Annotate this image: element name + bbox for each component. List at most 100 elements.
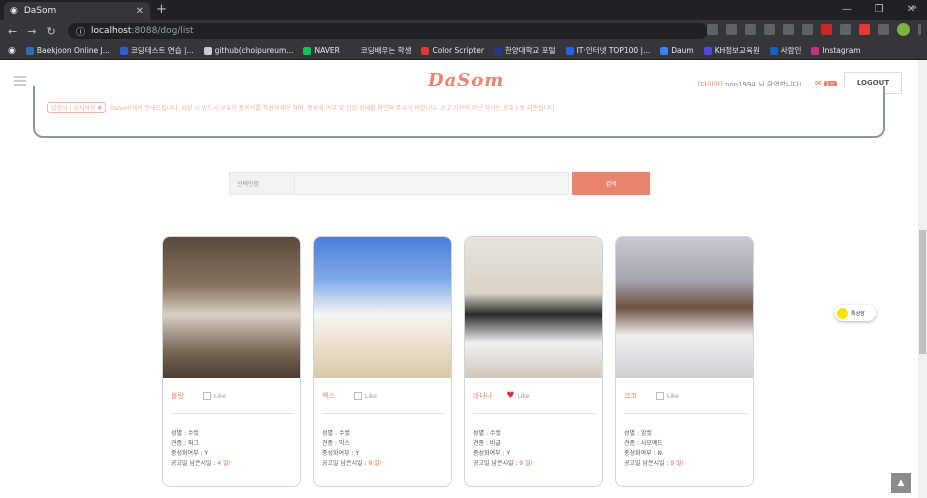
like-checkbox[interactable] [203, 392, 211, 400]
browser-tab[interactable]: ◉ DaSom ✕ [4, 2, 150, 20]
back-icon[interactable]: ← [8, 25, 17, 38]
dog-photo[interactable] [616, 237, 753, 378]
bookmark-item[interactable]: 한양대학교 포털 [493, 45, 556, 56]
search-button[interactable]: 검색 [572, 172, 650, 195]
browser-titlebar: ◉ DaSom ✕ + — ❐ ✕ [0, 0, 927, 20]
days-label: 공고일 남은시일 : [473, 460, 520, 467]
search-type-select[interactable]: 선택안함 [229, 172, 295, 195]
bookmark-favicon-icon [203, 46, 212, 55]
key-icon[interactable] [707, 24, 718, 35]
kakao-label: 톡상담 [851, 310, 865, 317]
dog-name[interactable]: 바나나 [473, 391, 492, 401]
bookmark-label: Color Scripter [432, 46, 484, 55]
restore-icon[interactable]: ❐ [863, 0, 895, 20]
dog-photo[interactable] [314, 237, 451, 378]
days-label: 공고일 남은시일 : [624, 460, 671, 467]
profile-avatar[interactable] [897, 23, 910, 36]
dog-name[interactable]: 불랑 [171, 391, 189, 401]
extension-icon[interactable] [802, 24, 813, 35]
bookmark-item[interactable]: NAVER [303, 46, 340, 55]
notice-line: 알림이 | 공지사항 ▼ DaSom에서 안내드립니다. 입양 시 반드시 보호자… [47, 102, 557, 113]
dog-breed: 견종 : 퍼그 [171, 440, 199, 447]
tab-title: DaSom [23, 6, 57, 16]
dog-days-left: 공고일 남은시일 : 9 일! [473, 459, 533, 469]
bookmark-item[interactable]: Baekjoon Online J... [25, 46, 110, 55]
extension-icon[interactable] [783, 24, 794, 35]
like-toggle[interactable]: Like [203, 392, 226, 400]
bookmark-item[interactable]: Color Scripter [421, 46, 484, 55]
bookmarks-bar: ◉ Baekjoon Online J... 코딩테스트 연습 |... githu… [0, 42, 927, 60]
dog-gender: 성별 : 수컷 [171, 430, 199, 437]
bookmark-item[interactable]: IT·인터넷 TOP100 |... [565, 45, 651, 56]
dog-name[interactable]: 백스 [322, 391, 340, 401]
apps-icon[interactable]: ◉ [8, 46, 16, 56]
like-checkbox[interactable] [656, 392, 664, 400]
card-divider [171, 413, 294, 414]
bookmark-label: 한양대학교 포털 [504, 46, 556, 55]
bookmark-label: 사람인 [780, 46, 802, 55]
scroll-to-top-button[interactable]: ▲ [891, 473, 911, 493]
browser-toolbar: ← → ↻ ⓘ localhost:8088/dog/list [0, 20, 927, 42]
dog-name[interactable]: 코코 [624, 391, 642, 401]
dog-card[interactable]: 백스 Like 성별 : 수컷 견종 : 믹스 중성화여부 : Y 공고일 남은시일 : … [313, 236, 452, 487]
notice-box: 알림이 | 공지사항 ▼ DaSom에서 안내드립니다. 입양 시 반드시 보호자… [33, 86, 885, 138]
dog-breed: 견종 : 믹스 [322, 440, 350, 447]
bookmark-item[interactable]: Daum [660, 46, 694, 55]
like-toggle[interactable]: ♥ Like [506, 392, 529, 401]
dog-photo[interactable] [163, 237, 300, 378]
puzzle-icon[interactable] [878, 24, 889, 35]
dog-card[interactable]: 불랑 Like 성별 : 수컷 견종 : 퍼그 중성화여부 : Y 공고일 남은시일 : … [162, 236, 301, 487]
extension-icon[interactable] [840, 24, 851, 35]
bookmark-favicon-icon [421, 46, 430, 55]
dog-gender: 성별 : 암컷 [624, 430, 652, 437]
days-label: 공고일 남은시일 : [171, 460, 218, 467]
pdf-extension-icon[interactable] [821, 24, 832, 35]
page-scrollbar[interactable] [918, 60, 927, 498]
close-tab-icon[interactable]: ✕ [136, 6, 144, 17]
days-value: 4 일! [217, 460, 232, 467]
search-bar: 선택안함 검색 [229, 172, 650, 195]
heart-icon[interactable]: ♥ [506, 392, 514, 401]
extension-icon[interactable] [764, 24, 775, 35]
days-label: 공고일 남은시일 : [322, 460, 369, 467]
reload-icon[interactable]: ↻ [46, 25, 55, 38]
dog-card[interactable]: 코코 Like 성별 : 암컷 견종 : 사모예드 중성화여부 : N 공고일 남은시일 … [615, 236, 754, 487]
dog-info: 성별 : 수컷 견종 : 믹스 중성화여부 : Y 공고일 남은시일 : 9 일! [322, 429, 382, 469]
bookmark-item[interactable]: 코딩배우는 학생 [349, 45, 411, 56]
menu-dots-icon[interactable] [918, 24, 921, 35]
dog-card[interactable]: 바나나 ♥ Like 성별 : 수컷 견종 : 비글 중성화여부 : Y 공고일 남은시일 … [464, 236, 603, 487]
dog-gender: 성별 : 수컷 [473, 430, 501, 437]
dog-gender: 성별 : 수컷 [322, 430, 350, 437]
like-toggle[interactable]: Like [656, 392, 679, 400]
kakao-chat-button[interactable]: 톡상담 [835, 305, 876, 321]
like-checkbox[interactable] [354, 392, 362, 400]
bookmark-item[interactable]: Instagram [811, 46, 861, 55]
address-bar[interactable]: ⓘ localhost:8088/dog/list [68, 23, 708, 39]
minimize-icon[interactable]: — [831, 0, 863, 20]
like-toggle[interactable]: Like [354, 392, 377, 400]
bookmark-favicon-icon [769, 46, 778, 55]
bookmark-label: IT·인터넷 TOP100 |... [576, 46, 651, 55]
search-input[interactable] [294, 172, 570, 195]
hamburger-menu-icon[interactable] [14, 76, 26, 86]
forward-icon[interactable]: → [27, 25, 36, 38]
days-value: 9 일! [519, 460, 534, 467]
new-tab-button[interactable]: + [156, 2, 167, 17]
scrollbar-thumb[interactable] [919, 230, 926, 354]
like-label: Like [667, 392, 679, 400]
card-divider [322, 413, 445, 414]
bookmark-favicon-icon [703, 46, 712, 55]
notice-tag[interactable]: 알림이 | 공지사항 ▼ [47, 102, 106, 113]
zoom-icon[interactable] [726, 24, 737, 35]
bookmarks-more[interactable]: » [911, 3, 917, 13]
dog-photo[interactable] [465, 237, 602, 378]
star-icon[interactable] [745, 24, 756, 35]
bookmark-item[interactable]: 사람인 [769, 45, 802, 56]
dog-neutered: 중성화여부 : Y [322, 450, 360, 457]
bookmark-item[interactable]: KH정보교육원 [703, 45, 760, 56]
bookmark-item[interactable]: 코딩테스트 연습 |... [119, 45, 194, 56]
globe-icon: ◉ [10, 6, 18, 16]
bookmark-item[interactable]: github(choipureum... [203, 46, 293, 55]
info-icon: ⓘ [76, 27, 86, 38]
extension-icon[interactable] [859, 24, 870, 35]
